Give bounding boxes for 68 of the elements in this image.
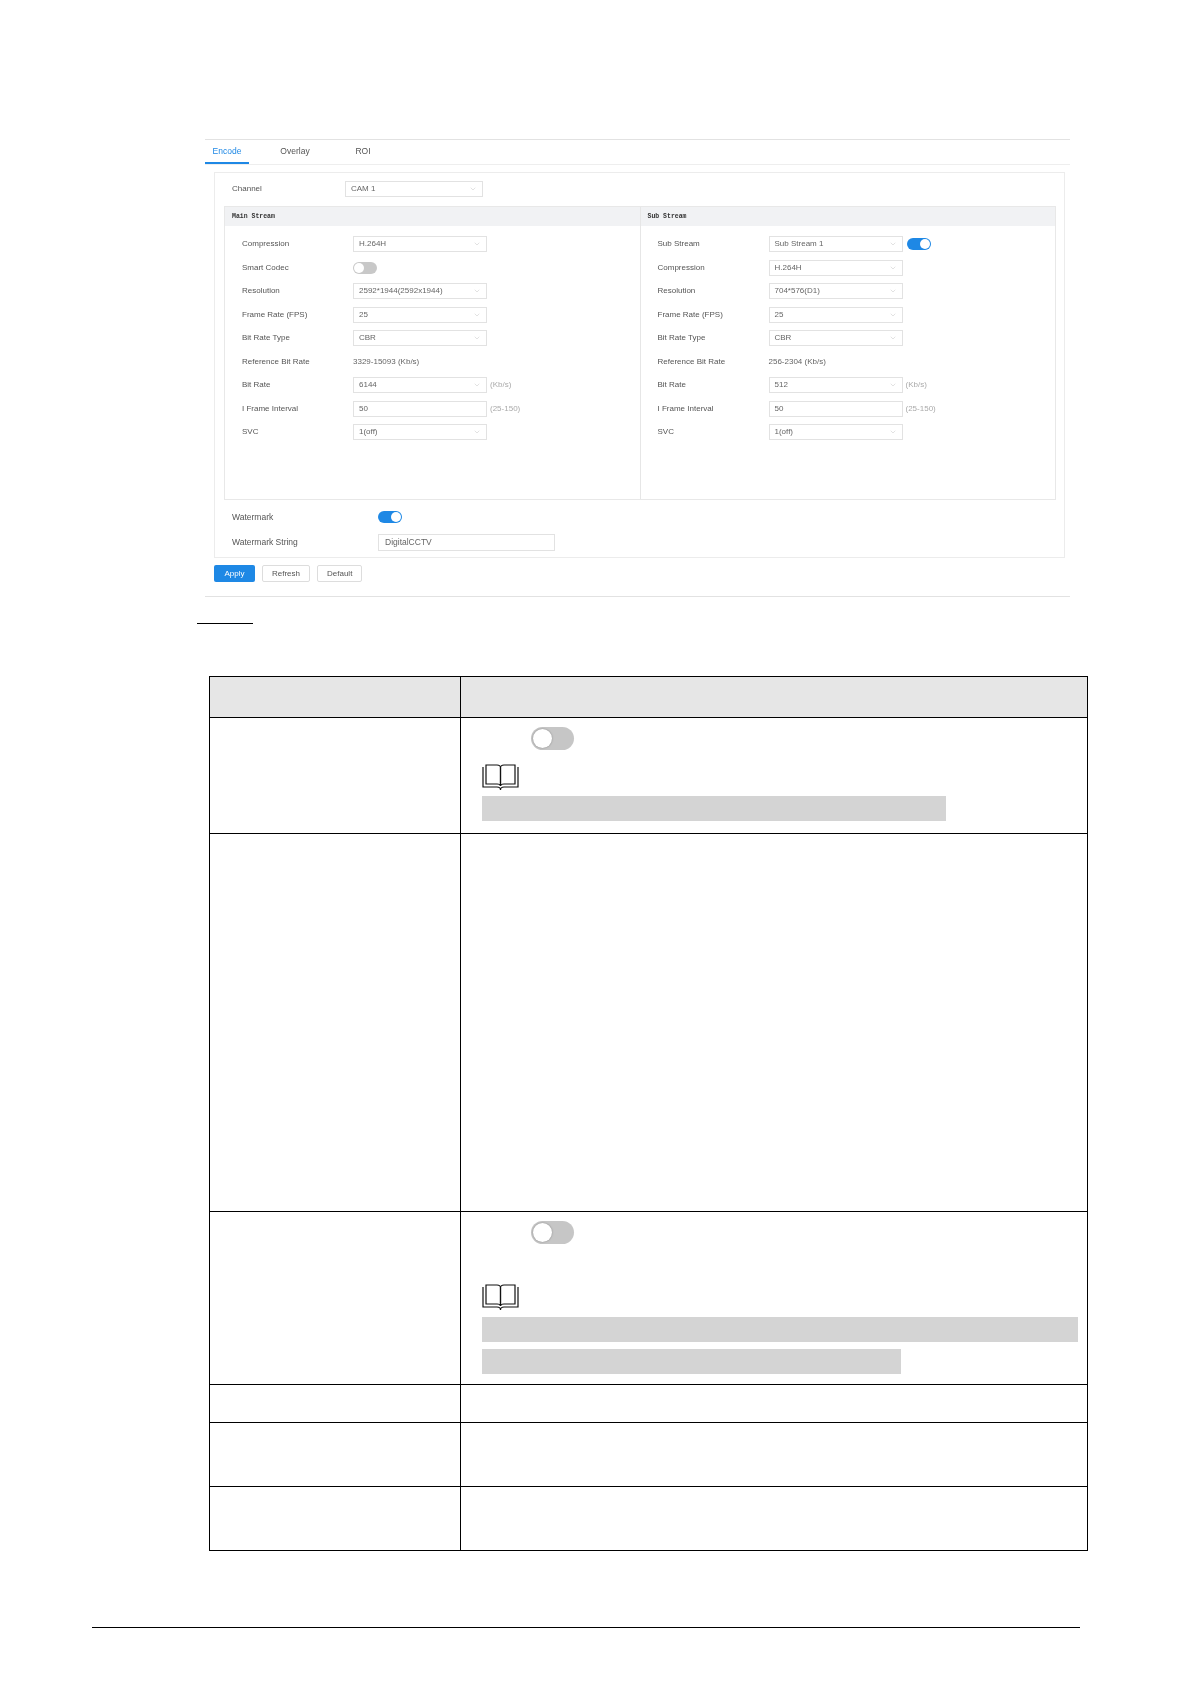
dropdown[interactable]: 512 <box>768 377 903 393</box>
toggle-switch[interactable] <box>531 727 574 750</box>
field-label: Compression <box>242 238 291 250</box>
chevron-down-icon <box>473 287 481 295</box>
field-label: Watermark <box>232 510 275 524</box>
chevron-down-icon <box>888 287 897 295</box>
field-label: Reference Bit Rate <box>657 355 727 368</box>
dropdown[interactable]: 25 <box>353 306 487 323</box>
dropdown[interactable]: Sub Stream 1 <box>768 236 903 252</box>
tab[interactable]: Overlay <box>273 140 317 164</box>
field-label: Smart Codec <box>242 261 290 274</box>
unit-hint: (Kb/s) <box>905 379 927 391</box>
tab[interactable]: ROI <box>341 140 385 164</box>
text-input[interactable]: DigitalCCTV <box>378 534 555 551</box>
dropdown[interactable]: 1(off) <box>768 424 903 440</box>
book-icon <box>482 764 519 791</box>
toggle-switch[interactable] <box>353 261 377 274</box>
dropdown[interactable]: CBR <box>353 330 487 346</box>
chevron-down-icon <box>473 381 481 389</box>
field-label: Bit Rate <box>657 379 687 391</box>
chevron-down-icon <box>473 240 481 248</box>
chevron-down-icon <box>469 185 477 193</box>
dropdown[interactable]: H.264H <box>768 259 903 276</box>
chevron-down-icon <box>473 428 481 436</box>
field-label: Frame Rate (FPS) <box>657 308 724 321</box>
chevron-down-icon <box>888 334 897 342</box>
field-label: I Frame Interval <box>657 402 715 415</box>
action-button[interactable]: Default <box>317 565 363 582</box>
dropdown[interactable]: 704*576(D1) <box>768 283 903 299</box>
field-label: Compression <box>657 261 706 274</box>
text-input[interactable]: 50 <box>768 400 903 417</box>
field-label: SVC <box>657 426 675 438</box>
field-value: 256-2304 (Kb/s) <box>768 355 826 368</box>
dropdown[interactable]: CAM 1 <box>345 181 483 197</box>
field-label: Resolution <box>242 285 281 297</box>
field-label: Resolution <box>657 285 697 297</box>
chevron-down-icon <box>888 381 897 389</box>
dropdown[interactable]: H.264H <box>353 236 487 252</box>
chevron-down-icon <box>888 428 897 436</box>
field-label: Sub Stream <box>657 238 701 250</box>
unit-hint: (25-150) <box>905 402 936 415</box>
field-label: Bit Rate Type <box>242 332 291 344</box>
action-button[interactable]: Apply <box>214 565 255 582</box>
field-label: Reference Bit Rate <box>242 355 311 368</box>
unit-hint: (Kb/s) <box>490 379 512 391</box>
field-value: 3329-15093 (Kb/s) <box>353 355 420 368</box>
chevron-down-icon <box>473 334 481 342</box>
unit-hint: (25-150) <box>490 402 521 415</box>
field-label: Watermark String <box>232 536 299 549</box>
dropdown[interactable]: 25 <box>768 306 903 323</box>
tab[interactable]: Encode <box>205 140 249 164</box>
book-icon <box>482 1284 519 1311</box>
dropdown[interactable]: 2592*1944(2592x1944) <box>353 283 487 299</box>
field-label: Frame Rate (FPS) <box>242 308 309 321</box>
toggle-switch[interactable] <box>906 238 931 250</box>
field-label: Bit Rate Type <box>657 332 707 344</box>
text-input[interactable]: 50 <box>353 400 487 417</box>
dropdown[interactable]: 6144 <box>353 377 487 393</box>
action-button[interactable]: Refresh <box>262 565 310 582</box>
toggle-switch[interactable] <box>378 511 402 523</box>
dropdown[interactable]: CBR <box>768 330 903 346</box>
dropdown[interactable]: 1(off) <box>353 424 487 440</box>
field-label: SVC <box>242 426 260 438</box>
toggle-switch[interactable] <box>531 1221 574 1244</box>
field-label: Bit Rate <box>242 379 272 391</box>
field-label: Channel <box>232 183 263 195</box>
chevron-down-icon <box>888 240 897 248</box>
field-label: I Frame Interval <box>242 402 299 415</box>
